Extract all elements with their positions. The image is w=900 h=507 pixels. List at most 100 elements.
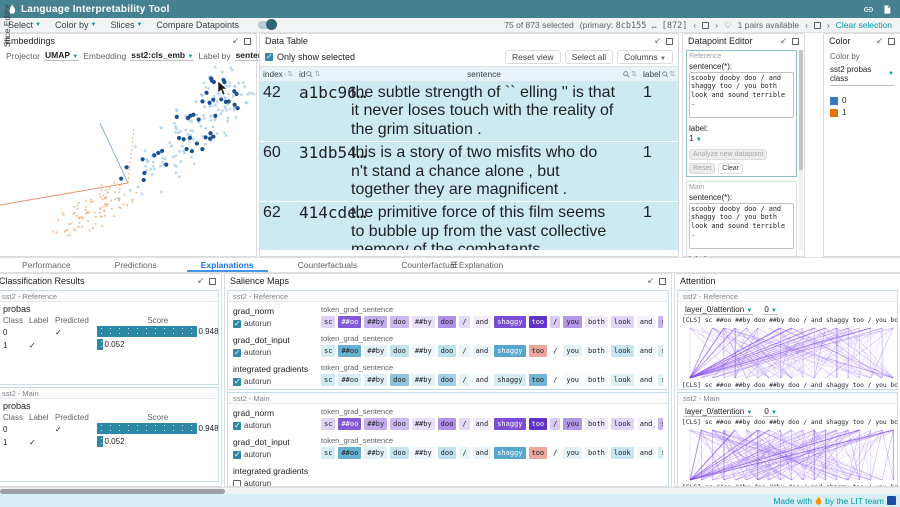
salience-token[interactable]: shaggy [494, 345, 525, 357]
minimize-icon[interactable]: ↙ [654, 37, 661, 45]
salience-token[interactable]: too [529, 447, 548, 459]
pair-focus-icon[interactable] [814, 22, 821, 29]
table-row[interactable]: 6031db54…this is a story of two misfits … [260, 142, 678, 202]
clear-button[interactable]: Clear [718, 163, 743, 174]
only-show-selected-checkbox[interactable] [265, 53, 273, 61]
select-all-button[interactable]: Select all [565, 50, 614, 64]
salience-token[interactable]: / [550, 374, 560, 386]
analyze-new-datapoint-button[interactable]: Analyze new datapoint [689, 149, 767, 160]
salience-token[interactable]: ##by [364, 345, 387, 357]
salience-token[interactable]: ##by [412, 418, 435, 430]
salience-token[interactable]: you [563, 418, 582, 430]
salience-token[interactable]: / [550, 345, 560, 357]
embedding-select[interactable]: sst2:cls_emb ▼ [130, 50, 194, 61]
salience-token[interactable]: and [473, 345, 492, 357]
salience-token[interactable]: doo [438, 316, 457, 328]
salience-token[interactable]: both [585, 418, 608, 430]
salience-token[interactable]: shaggy [494, 316, 525, 328]
salience-token[interactable]: you [563, 316, 582, 328]
salience-token[interactable]: and [637, 447, 656, 459]
salience-token[interactable]: doo [390, 374, 409, 386]
column-header-sentence[interactable]: sentence [348, 67, 620, 81]
salience-token[interactable]: ##oo [338, 418, 361, 430]
table-row[interactable]: 42a1bc96…the subtle strength of `` ellin… [260, 82, 678, 142]
salience-token[interactable]: too [529, 418, 548, 430]
head-select[interactable]: 0 ▼ [763, 407, 778, 417]
maximize-icon[interactable] [792, 38, 799, 45]
salience-token[interactable]: / [550, 316, 560, 328]
sort-icon[interactable]: ⇅ [669, 70, 675, 78]
reset-button[interactable]: Reset [689, 163, 715, 174]
sentence-textarea[interactable]: scooby dooby doo / and shaggy too / you … [689, 72, 794, 118]
salience-token[interactable]: both [585, 447, 608, 459]
minimize-icon[interactable]: ↙ [647, 277, 654, 285]
salience-token[interactable]: sc [321, 418, 335, 430]
sentence-search[interactable]: ⇅ [620, 67, 640, 81]
salience-token[interactable]: look [611, 316, 634, 328]
minimize-icon[interactable]: ↙ [197, 277, 204, 285]
salience-token[interactable]: and [637, 374, 656, 386]
minimize-icon[interactable]: ↙ [232, 37, 239, 45]
salience-token[interactable]: ##by [412, 374, 435, 386]
tab-counterfactuals[interactable]: Counterfactuals [276, 258, 380, 272]
sort-icon[interactable]: ⇅ [287, 70, 293, 78]
autorun-checkbox[interactable] [233, 451, 241, 459]
salience-token[interactable]: and [473, 374, 492, 386]
salience-token[interactable]: ##oo [338, 345, 361, 357]
next-pair-button[interactable]: › [827, 20, 830, 30]
maximize-icon[interactable] [888, 38, 895, 45]
layer-select[interactable]: layer_0/attention ▼ [684, 407, 753, 417]
salience-token[interactable]: ##by [364, 374, 387, 386]
layer-select[interactable]: layer_0/attention ▼ [684, 305, 753, 315]
salience-token[interactable]: you [563, 374, 582, 386]
salience-token[interactable]: ##by [412, 447, 435, 459]
salience-token[interactable]: both [585, 316, 608, 328]
salience-token[interactable]: both [585, 345, 608, 357]
salience-token[interactable]: shaggy [494, 418, 525, 430]
salience-token[interactable]: and [473, 418, 492, 430]
salience-token[interactable]: you [563, 447, 582, 459]
table-row[interactable]: 62414cde…the primitive force of this fil… [260, 202, 678, 250]
vertical-scrollbar[interactable] [799, 50, 803, 250]
salience-token[interactable]: ##oo [338, 316, 361, 328]
salience-token[interactable]: and [473, 447, 492, 459]
salience-token[interactable]: sound [658, 316, 663, 328]
salience-token[interactable]: and [637, 418, 656, 430]
projector-select[interactable]: UMAP ▼ [44, 50, 79, 61]
salience-token[interactable]: ##by [364, 447, 387, 459]
salience-token[interactable]: / [459, 316, 469, 328]
salience-token[interactable]: sc [321, 345, 335, 357]
columns-button[interactable]: Columns ▼ [617, 50, 673, 64]
salience-token[interactable]: sound [658, 418, 663, 430]
salience-token[interactable]: ##by [412, 316, 435, 328]
column-header-label[interactable]: label⇅ [640, 67, 678, 81]
salience-token[interactable]: ##by [364, 316, 387, 328]
salience-token[interactable]: doo [390, 447, 409, 459]
favorite-icon[interactable]: ♡ [724, 20, 732, 31]
maximize-icon[interactable] [666, 38, 673, 45]
autorun-checkbox[interactable] [233, 422, 241, 430]
clear-selection-button[interactable]: Clear selection [836, 20, 892, 30]
salience-token[interactable]: doo [438, 374, 457, 386]
salience-token[interactable]: too [529, 374, 548, 386]
tab-explanations[interactable]: Explanations [179, 258, 276, 272]
salience-token[interactable]: look [611, 447, 634, 459]
drag-handle-icon[interactable]: ☰ [450, 263, 458, 267]
salience-token[interactable]: and [473, 316, 492, 328]
compare-datapoints-toggle[interactable] [258, 21, 276, 29]
reset-view-button[interactable]: Reset view [505, 50, 561, 64]
salience-token[interactable]: ##by [412, 345, 435, 357]
salience-token[interactable]: sc [321, 447, 335, 459]
salience-token[interactable]: sc [321, 316, 335, 328]
salience-token[interactable]: ##oo [338, 374, 361, 386]
horizontal-scrollbar[interactable] [0, 487, 900, 494]
salience-token[interactable]: sc [321, 374, 335, 386]
salience-token[interactable]: / [550, 447, 560, 459]
maximize-icon[interactable] [659, 278, 666, 285]
next-datapoint-button[interactable]: › [715, 20, 718, 30]
salience-token[interactable]: doo [390, 316, 409, 328]
salience-token[interactable]: ##oo [338, 447, 361, 459]
salience-token[interactable]: / [550, 418, 560, 430]
salience-token[interactable]: too [529, 345, 548, 357]
column-header-id[interactable]: id⇅ [296, 67, 348, 81]
